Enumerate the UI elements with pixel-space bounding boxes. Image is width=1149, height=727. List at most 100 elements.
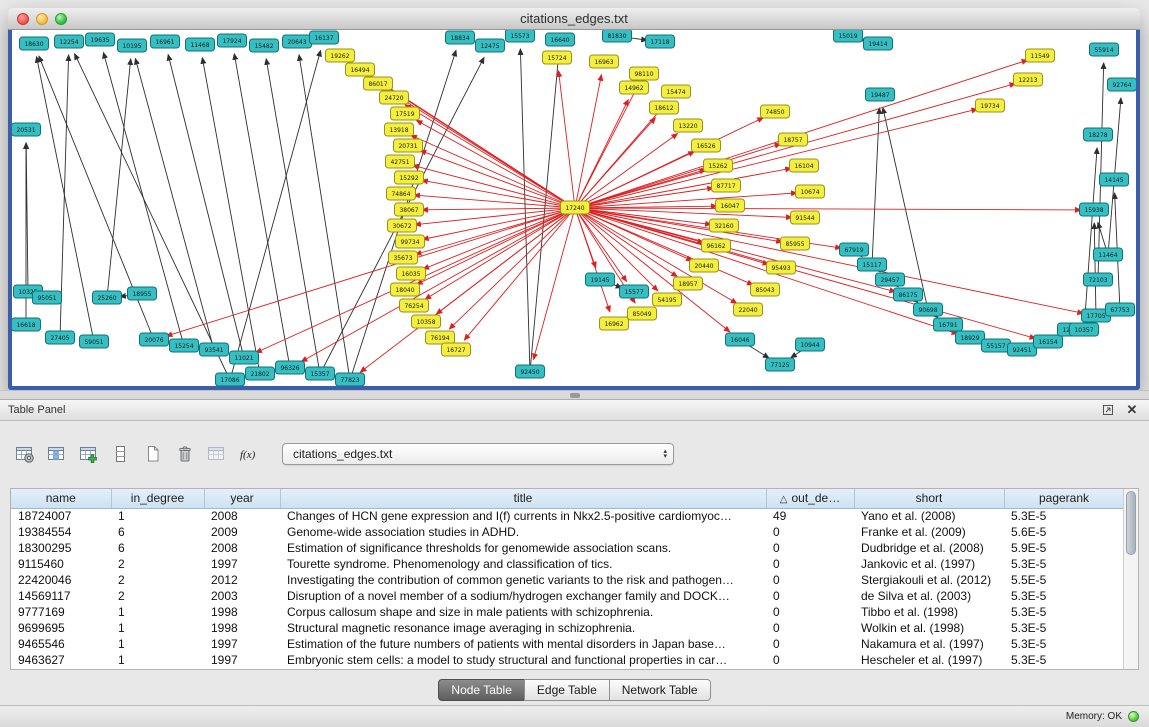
graph-node[interactable]: 76254 [400,299,429,312]
citation-edge-black[interactable] [202,58,260,374]
table-cell[interactable]: 6 [111,524,204,540]
graph-node[interactable]: 67753 [1106,303,1135,316]
graph-node[interactable]: 92450 [516,365,545,378]
graph-node[interactable]: 99734 [396,235,425,248]
network-table-select[interactable]: citations_edges.txt ▴▾ [282,443,674,465]
graph-node[interactable]: 19487 [866,88,895,101]
table-cell[interactable]: 0 [766,524,854,540]
graph-node[interactable]: 18278 [1084,128,1113,141]
network-view[interactable]: 1724019262164948601724720175191391820731… [12,30,1136,386]
graph-node[interactable]: 17086 [216,373,245,386]
table-cell[interactable]: 5.3E-5 [1004,556,1123,572]
table-cell[interactable]: Nakamura et al. (1997) [854,636,1004,652]
table-row[interactable]: 946362711997Embryonic stem cells: a mode… [11,652,1123,668]
graph-node[interactable]: 92451 [1008,343,1037,356]
graph-node[interactable]: 15577 [620,285,649,298]
column-header-in_degree[interactable]: in_degree [111,489,204,508]
citation-edge-red[interactable] [575,193,797,208]
table-cell[interactable]: Structural magnetic resonance image aver… [280,620,766,636]
float-panel-icon[interactable] [1099,402,1117,418]
citation-edge-red[interactable] [559,71,575,208]
graph-node[interactable]: 38067 [395,203,424,216]
citation-edge-black[interactable] [234,54,290,368]
column-chooser-button[interactable] [44,441,70,467]
close-panel-icon[interactable]: ✕ [1123,402,1141,418]
table-cell[interactable]: 2008 [204,540,280,556]
panel-splitter[interactable] [0,390,1149,399]
table-row[interactable]: 946554611997Estimation of the future num… [11,636,1123,652]
graph-node[interactable]: 15117 [858,258,887,271]
graph-node[interactable]: 18834 [446,31,475,44]
graph-node[interactable]: 11549 [1026,49,1055,62]
table-cell[interactable]: 22420046 [11,572,111,588]
column-header-out_de[interactable]: △out_de… [766,489,854,508]
window-title-bar[interactable]: citations_edges.txt [8,8,1140,30]
table-cell[interactable]: Franke et al. (2009) [854,524,1004,540]
table-vertical-scrollbar[interactable] [1123,489,1138,669]
graph-node[interactable]: 86017 [364,77,393,90]
graph-node[interactable]: 81830 [603,30,632,42]
graph-node[interactable]: 16137 [310,31,339,44]
graph-node[interactable]: 20440 [690,259,719,272]
table-cell[interactable]: 5.5E-5 [1004,572,1123,588]
citation-edge-red[interactable] [575,75,601,208]
graph-node[interactable]: 98110 [630,67,659,80]
table-row[interactable]: 1830029562008Estimation of significance … [11,540,1123,556]
table-cell[interactable]: 9699695 [11,620,111,636]
graph-node[interactable]: 32160 [710,219,739,232]
tab-edge-table[interactable]: Edge Table [524,679,610,701]
table-cell[interactable]: 1 [111,636,204,652]
graph-node[interactable]: 67919 [840,243,869,256]
graph-node[interactable]: 15474 [662,85,691,98]
graph-node[interactable]: 95493 [767,261,796,274]
table-cell[interactable]: Yano et al. (2008) [854,508,1004,524]
column-header-short[interactable]: short [854,489,1004,508]
table-cell[interactable]: 1 [111,508,204,524]
table-cell[interactable]: Estimation of significance thresholds fo… [280,540,766,556]
graph-node[interactable]: 16963 [590,55,619,68]
graph-node[interactable]: 16047 [716,199,745,212]
row-tools-button[interactable] [108,441,134,467]
citation-edge-red[interactable] [575,134,677,208]
graph-node[interactable]: 12254 [55,35,84,48]
citation-edge-black[interactable] [107,59,131,298]
graph-node[interactable]: 18955 [128,287,157,300]
citation-edge-red[interactable] [422,208,575,210]
graph-node[interactable]: 85955 [781,237,810,250]
splitter-grip-icon[interactable] [570,393,580,398]
graph-node[interactable]: 85049 [628,307,657,320]
graph-node[interactable]: 25260 [93,291,122,304]
table-row[interactable]: 1456911722003Disruption of a novel membe… [11,588,1123,604]
import-table-file-button[interactable] [204,441,230,467]
network-canvas[interactable]: 1724019262164948601724720175191391820731… [12,30,1136,386]
graph-node[interactable]: 77125 [766,358,795,371]
graph-node[interactable]: 95051 [33,291,62,304]
graph-node[interactable]: 12475 [476,39,505,52]
graph-node[interactable]: 21802 [246,367,275,380]
table-cell[interactable]: Embryonic stem cells: a model to study s… [280,652,766,668]
table-settings-button[interactable] [12,441,38,467]
citation-edge-red[interactable] [575,100,628,208]
graph-node[interactable]: 91544 [791,211,820,224]
graph-node[interactable]: 74850 [761,105,790,118]
table-cell[interactable]: 49 [766,508,854,524]
table-cell[interactable]: 9777169 [11,604,111,620]
table-row[interactable]: 1938455462009Genome-wide association stu… [11,524,1123,540]
table-cell[interactable]: 5.3E-5 [1004,620,1123,636]
graph-node[interactable]: 15938 [1080,203,1109,216]
graph-node[interactable]: 96162 [702,239,731,252]
graph-node[interactable]: 17924 [218,34,247,47]
graph-node[interactable]: 18612 [650,101,679,114]
table-cell[interactable]: 5.3E-5 [1004,604,1123,620]
graph-node[interactable]: 18957 [674,277,703,290]
graph-node[interactable]: 18040 [391,283,420,296]
graph-node[interactable]: 15262 [704,159,733,172]
graph-node[interactable]: 19414 [864,37,893,50]
graph-node[interactable]: 19734 [976,99,1005,112]
citation-edge-black[interactable] [75,54,230,380]
graph-node[interactable]: 20643 [283,35,312,48]
close-window-button[interactable] [17,13,29,25]
graph-node[interactable]: 20076 [140,333,169,346]
graph-node[interactable]: 15482 [250,39,279,52]
graph-node[interactable]: 74864 [387,187,416,200]
